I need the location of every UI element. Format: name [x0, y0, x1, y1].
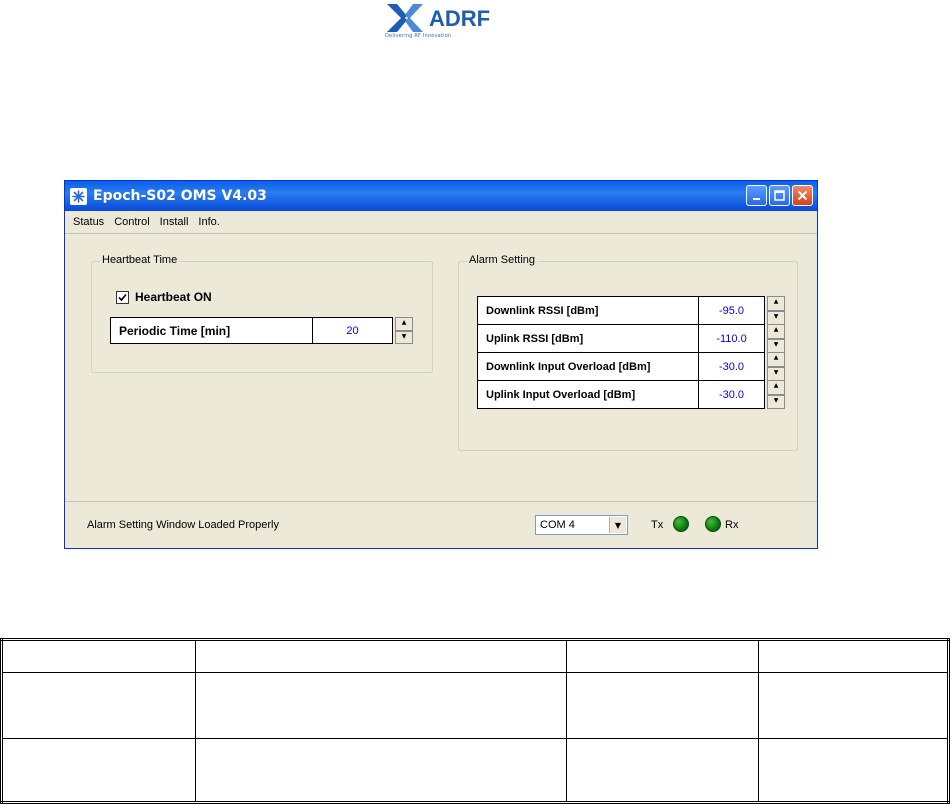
table-row: [1, 639, 949, 673]
alarm-row-uplink-rssi: Uplink RSSI [dBm] -110.0 ▲ ▼: [477, 324, 785, 353]
x-mark-icon: [387, 4, 423, 32]
heartbeat-on-row[interactable]: Heartbeat ON: [116, 290, 212, 304]
table-cell: [565, 671, 760, 739]
heartbeat-group: Heartbeat Time Heartbeat ON Periodic Tim…: [91, 254, 433, 373]
title-bar[interactable]: Epoch-S02 OMS V4.03: [65, 181, 817, 211]
alarm-table: Downlink RSSI [dBm] -95.0 ▲ ▼ Uplink RSS…: [477, 296, 785, 409]
table-cell: [1, 671, 196, 739]
rx-led-icon: [705, 516, 721, 532]
table-cell: [194, 737, 567, 804]
alarm-value[interactable]: -30.0: [699, 352, 765, 381]
alarm-spinner[interactable]: ▲ ▼: [767, 296, 785, 325]
table-cell: [758, 737, 949, 804]
spin-up-icon[interactable]: ▲: [395, 317, 413, 331]
table-cell: [194, 671, 567, 739]
adrf-logo: ADRF Delivering RF Innovation: [385, 2, 497, 42]
maximize-button[interactable]: [769, 185, 790, 206]
oms-window: Epoch-S02 OMS V4.03 Status Control Insta…: [64, 180, 818, 549]
periodic-time-value[interactable]: 20: [313, 317, 393, 344]
periodic-time-row: Periodic Time [min] 20 ▲ ▼: [110, 317, 413, 344]
spin-up-icon[interactable]: ▲: [767, 352, 785, 367]
alarm-label: Downlink Input Overload [dBm]: [477, 352, 699, 381]
periodic-time-spinner[interactable]: ▲ ▼: [395, 317, 413, 344]
spin-down-icon[interactable]: ▼: [767, 310, 785, 325]
tx-led-icon: [673, 516, 689, 532]
table-cell: [565, 639, 760, 673]
spin-down-icon[interactable]: ▼: [395, 330, 413, 344]
checkmark-icon: [118, 293, 127, 301]
alarm-value[interactable]: -30.0: [699, 380, 765, 409]
alarm-setting-group: Alarm Setting Downlink RSSI [dBm] -95.0 …: [458, 254, 798, 451]
alarm-group-title: Alarm Setting: [467, 254, 538, 266]
document-table: [0, 638, 950, 804]
heartbeat-on-label: Heartbeat ON: [135, 290, 212, 304]
menu-info[interactable]: Info.: [198, 216, 219, 228]
spin-up-icon[interactable]: ▲: [767, 380, 785, 395]
com-port-value: COM 4: [540, 519, 575, 531]
table-row: [1, 671, 949, 739]
spin-down-icon[interactable]: ▼: [767, 394, 785, 409]
alarm-spinner[interactable]: ▲ ▼: [767, 380, 785, 409]
heartbeat-on-checkbox[interactable]: [116, 290, 129, 304]
alarm-value[interactable]: -95.0: [699, 296, 765, 325]
spin-down-icon[interactable]: ▼: [767, 366, 785, 381]
alarm-row-downlink-overload: Downlink Input Overload [dBm] -30.0 ▲ ▼: [477, 352, 785, 381]
table-cell: [758, 639, 949, 673]
logo-wordmark: ADRF: [429, 6, 490, 31]
chevron-down-icon[interactable]: ▼: [609, 517, 626, 533]
maximize-icon: [774, 190, 785, 201]
menu-bar: Status Control Install Info.: [65, 211, 817, 234]
snowflake-icon[interactable]: [70, 187, 87, 205]
minimize-icon: [752, 197, 760, 200]
table-cell: [758, 671, 949, 739]
table-cell: [1, 737, 196, 804]
table-cell: [194, 639, 567, 673]
close-button[interactable]: [792, 185, 813, 206]
menu-control[interactable]: Control: [114, 216, 149, 228]
logo-tagline: Delivering RF Innovation: [385, 33, 452, 39]
menu-status[interactable]: Status: [73, 216, 104, 228]
spin-up-icon[interactable]: ▲: [767, 324, 785, 339]
status-message: Alarm Setting Window Loaded Properly: [87, 519, 279, 531]
close-icon: [797, 190, 808, 201]
alarm-label: Uplink RSSI [dBm]: [477, 324, 699, 353]
table-cell: [1, 639, 196, 673]
table-cell: [565, 737, 760, 804]
menu-install[interactable]: Install: [160, 216, 189, 228]
alarm-row-uplink-overload: Uplink Input Overload [dBm] -30.0 ▲ ▼: [477, 380, 785, 409]
alarm-label: Uplink Input Overload [dBm]: [477, 380, 699, 409]
spin-down-icon[interactable]: ▼: [767, 338, 785, 353]
spin-up-icon[interactable]: ▲: [767, 296, 785, 311]
tx-label: Tx: [651, 519, 664, 531]
alarm-spinner[interactable]: ▲ ▼: [767, 352, 785, 381]
status-bar: Alarm Setting Window Loaded Properly COM…: [65, 501, 817, 549]
alarm-label: Downlink RSSI [dBm]: [477, 296, 699, 325]
alarm-spinner[interactable]: ▲ ▼: [767, 324, 785, 353]
alarm-value[interactable]: -110.0: [699, 324, 765, 353]
alarm-row-downlink-rssi: Downlink RSSI [dBm] -95.0 ▲ ▼: [477, 296, 785, 325]
window-title: Epoch-S02 OMS V4.03: [93, 188, 267, 204]
table-row: [1, 737, 949, 804]
periodic-time-label: Periodic Time [min]: [110, 317, 313, 344]
heartbeat-group-title: Heartbeat Time: [100, 254, 180, 266]
minimize-button[interactable]: [746, 185, 767, 206]
com-port-select[interactable]: COM 4 ▼: [535, 515, 628, 535]
rx-label: Rx: [725, 519, 739, 531]
